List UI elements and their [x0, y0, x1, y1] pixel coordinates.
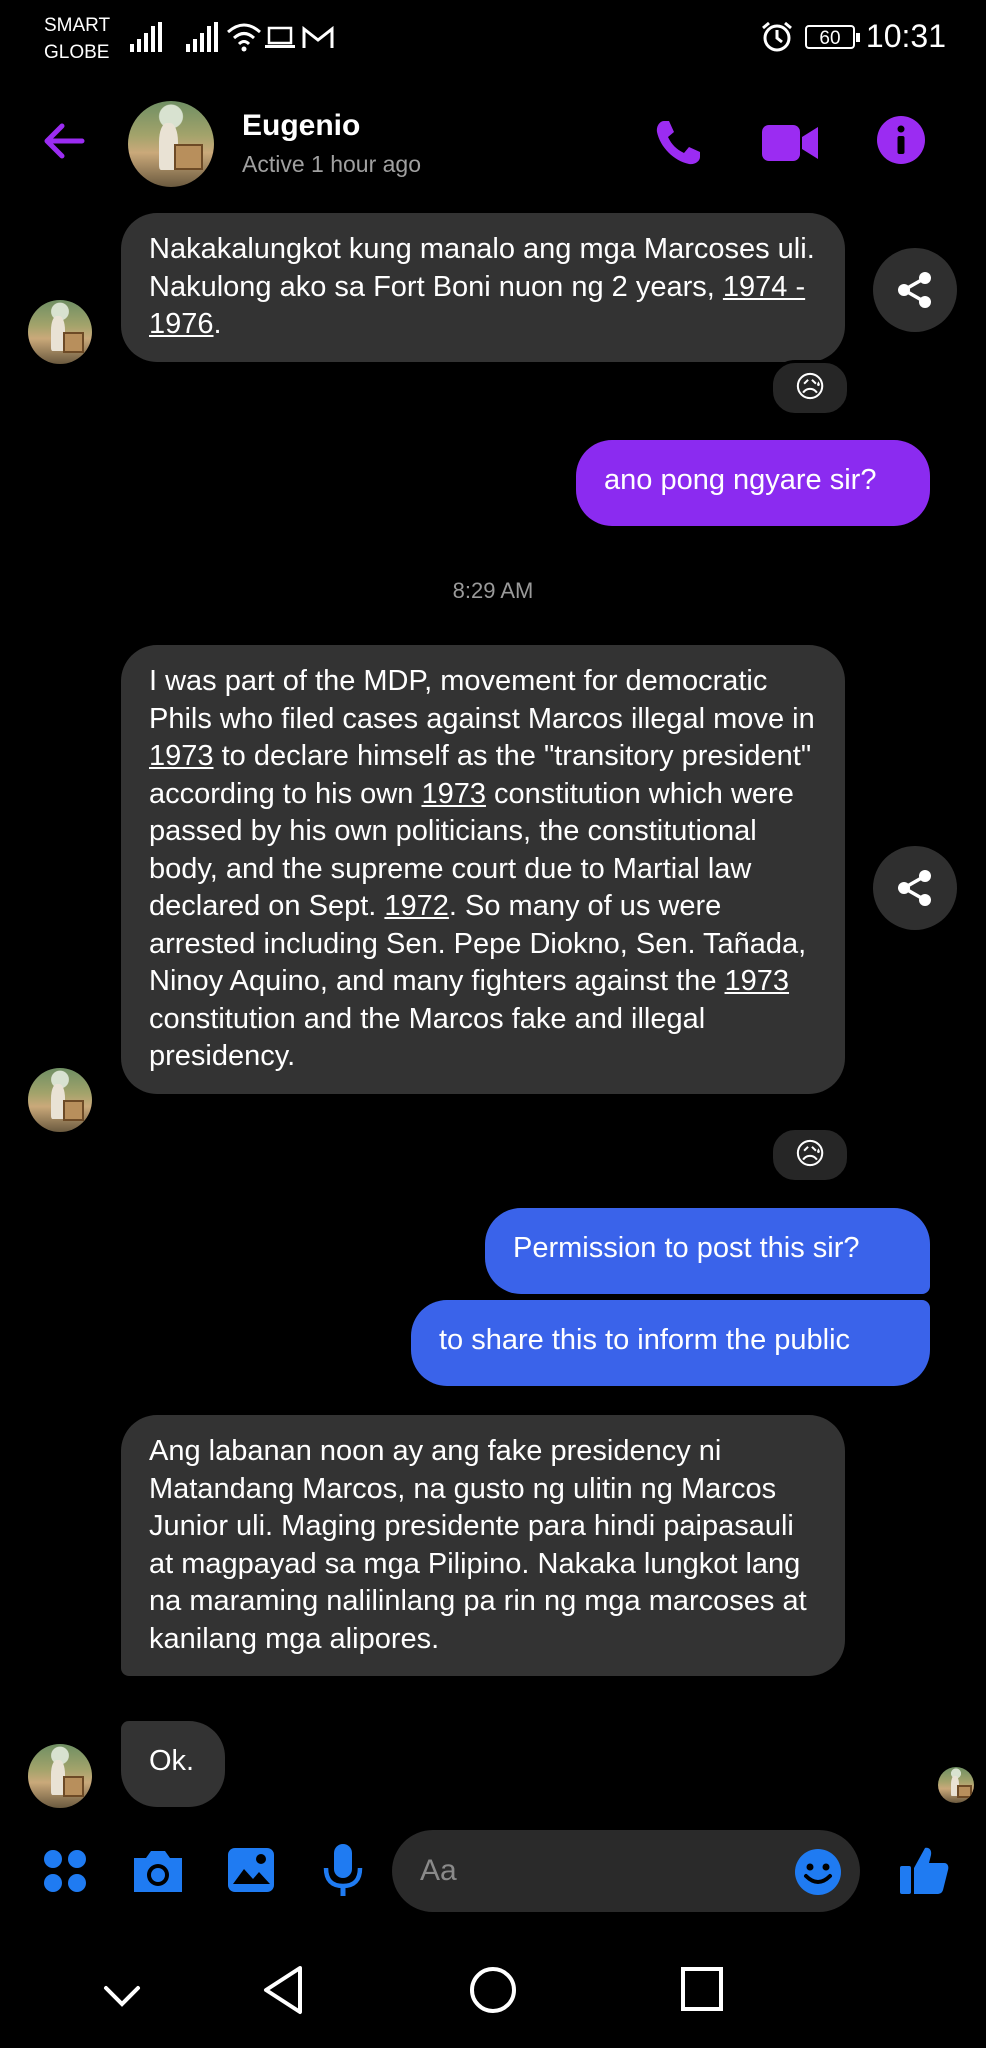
share-icon [898, 870, 931, 906]
sender-avatar[interactable] [28, 1068, 92, 1132]
message-text: constitution and the Marcos fake and ill… [149, 1002, 706, 1073]
gmail-icon [302, 26, 334, 48]
share-button[interactable] [873, 248, 957, 332]
apps-icon[interactable] [42, 1848, 88, 1894]
message-bubble-outgoing[interactable]: Permission to post this sir? [485, 1208, 930, 1294]
message-input[interactable] [392, 1830, 860, 1912]
nav-recents-icon[interactable] [680, 1966, 724, 2012]
message-bubble-incoming[interactable]: Ok. [121, 1721, 225, 1807]
status-time: 10:31 [865, 18, 946, 54]
message-text: I was part of the MDP, movement for demo… [149, 665, 815, 735]
status-bar: SMART GLOBE 60 10:31 [0, 0, 986, 80]
laptop-icon [265, 26, 295, 48]
chat-header: Eugenio Active 1 hour ago [0, 95, 986, 195]
timestamp: 8:29 AM [452, 578, 534, 603]
date-link[interactable]: 1972 [384, 890, 449, 922]
video-icon[interactable] [762, 123, 820, 163]
message-bubble-incoming[interactable]: I was part of the MDP, movement for demo… [121, 645, 845, 1094]
contact-status: Active 1 hour ago [242, 151, 422, 177]
carrier-label: SMART GLOBE [44, 15, 111, 63]
reaction-badge[interactable]: 😥 [770, 360, 850, 416]
nav-back-icon[interactable] [260, 1964, 306, 2016]
reaction-badge[interactable]: 😥 [770, 1127, 850, 1183]
nav-home-icon[interactable] [468, 1964, 518, 2016]
alarm-icon [762, 21, 792, 52]
wifi-icon [227, 23, 261, 52]
phone-icon[interactable] [652, 117, 704, 169]
camera-icon[interactable] [130, 1848, 186, 1894]
info-icon[interactable] [876, 115, 926, 165]
message-text: Nakakalungkot kung manalo ang mga Marcos… [149, 233, 815, 303]
date-link[interactable]: 1973 [421, 778, 486, 810]
like-icon[interactable] [898, 1844, 950, 1896]
composer-bar [0, 1820, 986, 1920]
contact-avatar[interactable] [128, 101, 214, 187]
share-icon [898, 272, 931, 308]
date-link[interactable]: 1973 [725, 965, 790, 997]
back-arrow-icon[interactable] [40, 117, 88, 165]
sender-avatar[interactable] [28, 1744, 92, 1808]
mic-icon[interactable] [322, 1842, 364, 1900]
message-bubble-outgoing[interactable]: ano pong ngyare sir? [576, 440, 930, 526]
system-nav-bar [0, 1940, 986, 2048]
message-bubble-outgoing[interactable]: to share this to inform the public [411, 1300, 930, 1386]
battery-indicator: 60 [805, 25, 860, 49]
gallery-icon[interactable] [226, 1846, 276, 1894]
date-link[interactable]: 1973 [149, 740, 214, 772]
message-bubble-incoming[interactable]: Nakakalungkot kung manalo ang mga Marcos… [121, 213, 845, 362]
message-bubble-incoming[interactable]: Ang labanan noon ay ang fake presidency … [121, 1415, 845, 1676]
sender-avatar[interactable] [28, 300, 92, 364]
emoji-icon[interactable] [794, 1848, 842, 1896]
read-receipt-avatar [938, 1767, 974, 1803]
contact-name[interactable]: Eugenio [242, 109, 360, 143]
share-button[interactable] [873, 846, 957, 930]
nav-down-icon[interactable] [102, 1984, 142, 2008]
message-text: . [213, 308, 222, 340]
